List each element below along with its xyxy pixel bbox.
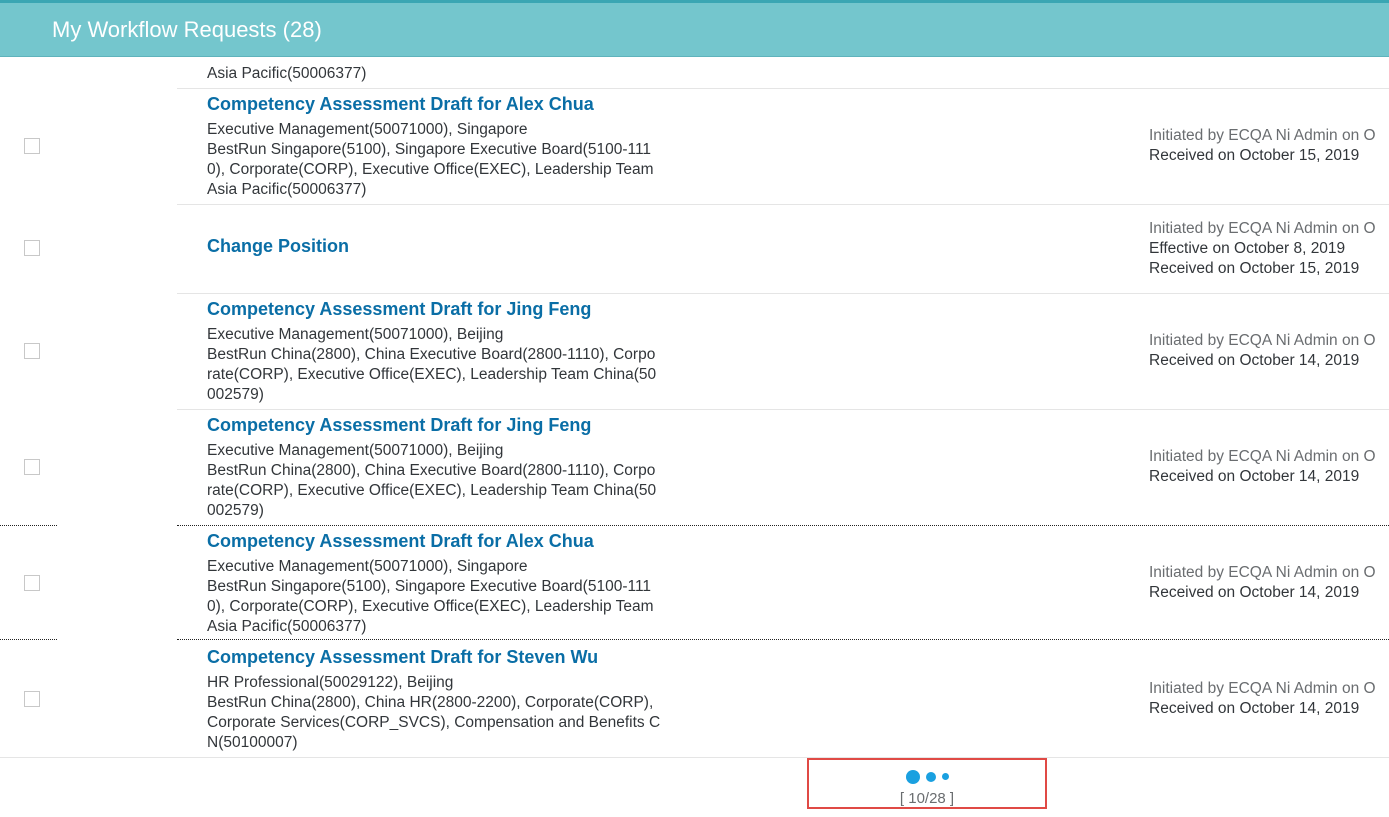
detail-line: rate(CORP), Executive Office(EXEC), Lead…: [207, 366, 657, 383]
row-separator: [177, 204, 1389, 205]
row-separator: [177, 639, 1389, 640]
detail-line: Executive Management(50071000), Singapor…: [207, 121, 528, 138]
detail-line: Asia Pacific(50006377): [207, 618, 367, 635]
row-separator: [177, 293, 1389, 294]
request-title[interactable]: Change Position: [207, 236, 349, 257]
received-date: Received on October 14, 2019: [1149, 700, 1360, 717]
detail-line: BestRun Singapore(5100), Singapore Execu…: [207, 141, 652, 158]
request-details: Executive Management(50071000), Beijing …: [207, 441, 692, 521]
request-title[interactable]: Competency Assessment Draft for Steven W…: [207, 647, 598, 668]
request-title[interactable]: Competency Assessment Draft for Jing Fen…: [207, 415, 591, 436]
loading-dots: [809, 768, 1045, 786]
row-checkbox[interactable]: [24, 240, 40, 256]
request-title[interactable]: Competency Assessment Draft for Alex Chu…: [207, 531, 594, 552]
request-title[interactable]: Competency Assessment Draft for Jing Fen…: [207, 299, 591, 320]
page-header: My Workflow Requests (28): [0, 0, 1389, 57]
request-details: Executive Management(50071000), Singapor…: [207, 120, 692, 200]
detail-line: Executive Management(50071000), Beijing: [207, 442, 504, 459]
initiated-by-text: Initiated by ECQA Ni Admin on O: [1149, 332, 1376, 349]
row-separator: [177, 88, 1389, 89]
detail-line: Executive Management(50071000), Singapor…: [207, 558, 528, 575]
request-meta: Initiated by ECQA Ni Admin on O Received…: [1149, 563, 1389, 603]
request-meta: Initiated by ECQA Ni Admin on O Received…: [1149, 447, 1389, 487]
initiated-by-text: Initiated by ECQA Ni Admin on O: [1149, 564, 1376, 581]
detail-line: rate(CORP), Executive Office(EXEC), Lead…: [207, 482, 657, 499]
row-checkbox[interactable]: [24, 575, 40, 591]
initiated-by-text: Initiated by ECQA Ni Admin on O: [1149, 127, 1376, 144]
row-checkbox[interactable]: [24, 343, 40, 359]
page-count: [ 10/28 ]: [899, 790, 955, 807]
detail-line: BestRun China(2800), China Executive Boa…: [207, 462, 656, 479]
pagination-indicator: [ 10/28 ]: [807, 758, 1047, 809]
detail-line: 002579): [207, 386, 264, 403]
detail-line: BestRun China(2800), China Executive Boa…: [207, 346, 656, 363]
detail-line: HR Professional(50029122), Beijing: [207, 674, 454, 691]
row-separator: [0, 639, 57, 640]
loading-dot-icon: [941, 773, 949, 781]
row-checkbox[interactable]: [24, 691, 40, 707]
page-title: My Workflow Requests (28): [52, 17, 322, 42]
initiated-by-text: Initiated by ECQA Ni Admin on O: [1149, 448, 1376, 465]
detail-line: 0), Corporate(CORP), Executive Office(EX…: [207, 161, 654, 178]
request-meta: Initiated by ECQA Ni Admin on O Received…: [1149, 126, 1389, 166]
initiated-by-text: Initiated by ECQA Ni Admin on O: [1149, 220, 1376, 237]
request-details: Executive Management(50071000), Beijing …: [207, 325, 692, 405]
loading-dot-icon: [905, 769, 920, 784]
row-checkbox[interactable]: [24, 138, 40, 154]
request-meta: Initiated by ECQA Ni Admin on O Effectiv…: [1149, 219, 1389, 279]
detail-line: Asia Pacific(50006377): [207, 181, 367, 198]
loading-dot-icon: [925, 771, 936, 782]
initiated-by-text: Initiated by ECQA Ni Admin on O: [1149, 680, 1376, 697]
detail-line: 0), Corporate(CORP), Executive Office(EX…: [207, 598, 654, 615]
detail-line: Executive Management(50071000), Beijing: [207, 326, 504, 343]
received-date: Received on October 15, 2019: [1149, 260, 1360, 277]
detail-line: BestRun China(2800), China HR(2800-2200)…: [207, 694, 654, 711]
detail-line: BestRun Singapore(5100), Singapore Execu…: [207, 578, 652, 595]
row-separator: [177, 525, 1389, 526]
request-title[interactable]: Competency Assessment Draft for Alex Chu…: [207, 94, 594, 115]
row-checkbox[interactable]: [24, 459, 40, 475]
row-separator: [0, 525, 57, 526]
request-details: HR Professional(50029122), Beijing BestR…: [207, 673, 692, 753]
partial-row-text: Asia Pacific(50006377): [207, 65, 367, 82]
detail-line: N(50100007): [207, 734, 298, 751]
received-date: Received on October 14, 2019: [1149, 352, 1360, 369]
received-date: Received on October 14, 2019: [1149, 584, 1360, 601]
list-bottom-border: [0, 757, 1389, 758]
received-date: Received on October 14, 2019: [1149, 468, 1360, 485]
received-date: Received on October 15, 2019: [1149, 147, 1360, 164]
row-separator: [177, 409, 1389, 410]
request-meta: Initiated by ECQA Ni Admin on O Received…: [1149, 679, 1389, 719]
detail-line: 002579): [207, 502, 264, 519]
request-details: Executive Management(50071000), Singapor…: [207, 557, 692, 637]
effective-date: Effective on October 8, 2019: [1149, 240, 1346, 257]
request-meta: Initiated by ECQA Ni Admin on O Received…: [1149, 331, 1389, 371]
detail-line: Corporate Services(CORP_SVCS), Compensat…: [207, 714, 661, 731]
